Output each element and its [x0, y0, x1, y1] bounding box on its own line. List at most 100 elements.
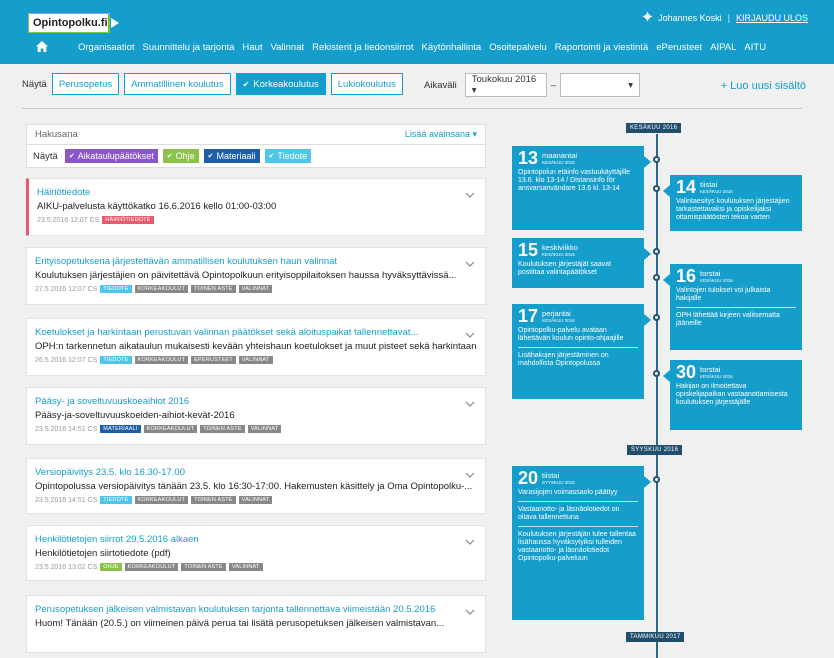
nav-item-raportointi[interactable]: Raportointi ja viestintä [555, 42, 648, 53]
search-input[interactable]: Hakusana [35, 129, 78, 140]
nav-item-aipal[interactable]: AIPAL [710, 42, 736, 53]
event-date-labels: torstai KESÄKUU 2016 [700, 270, 733, 284]
logo-text: Opintopolku.fi [33, 17, 108, 29]
event-day: 30 [676, 362, 697, 382]
timeline-event[interactable]: 16 torstai KESÄKUU 2016 Valintojen tulokset… [663, 264, 802, 350]
event-date-labels: keskiviikko KESÄKUU 2016 [542, 244, 578, 258]
nav-item-eperusteet[interactable]: ePerusteet [656, 42, 702, 53]
timeline-dot [653, 185, 660, 192]
timeline-event[interactable]: 13 maanantai KESÄKUU 2016 Opintopolun etäin… [512, 146, 651, 230]
gear-icon[interactable] [643, 12, 653, 23]
news-title[interactable]: Perusopetuksen jälkeisen valmistavan kou… [35, 604, 477, 615]
news-tag: VALINNAT [238, 285, 273, 293]
type-tiedote[interactable]: Tiedote [264, 149, 312, 163]
filter-perusopetus[interactable]: Perusopetus [51, 73, 120, 95]
type-ohje[interactable]: Ohje [162, 149, 199, 163]
news-title[interactable]: Koetulokset ja harkintaan perustuvan val… [35, 327, 477, 338]
event-item: Valintaesitys koulutuksen järjestäjien t… [676, 198, 790, 221]
chevron-down-icon[interactable] [465, 325, 475, 338]
logout-link[interactable]: KIRJAUDU ULOS [736, 13, 808, 23]
nav-item-osoitepalvelu[interactable]: Osoitepalvelu [489, 42, 547, 53]
event-date-labels: tiistai SYYSKUU 2016 [542, 472, 575, 486]
event-day: 13 [518, 148, 539, 168]
news-card[interactable]: Henkilötietojen siirrot 29.5.2016 alkaen… [26, 525, 486, 581]
home-icon[interactable] [36, 41, 50, 53]
news-tag: HÄIRIÖTIEDOTE [102, 216, 154, 224]
event-date: 14 tiistai KESÄKUU 2016 [676, 178, 796, 196]
news-card[interactable]: Koetulokset ja harkintaan perustuvan val… [26, 318, 486, 376]
timeline-dot [653, 156, 660, 163]
timeline-event[interactable]: 15 keskiviikko KESÄKUU 2016 Koulutuksen jär… [512, 238, 651, 288]
nav-item-aitu[interactable]: AITU [744, 42, 766, 53]
news-card[interactable]: Versiopäivitys 23.5. klo 16.30-17.00 Opin… [26, 458, 486, 514]
timeline-line [656, 134, 658, 658]
event-separator [518, 526, 638, 527]
news-title[interactable]: Henkilötietojen siirrot 29.5.2016 alkaen [35, 534, 477, 545]
event-month: SYYSKUU 2016 [542, 480, 575, 485]
type-materiaali[interactable]: Materiaali [203, 149, 260, 163]
search-panel: Hakusana Lisää avainsana ▾ Näytä Aikatau… [26, 124, 486, 168]
timeline-event[interactable]: 17 perjantai KESÄKUU 2016 Opintopolku-palve… [512, 304, 651, 399]
nav-item-organisaatiot[interactable]: Organisaatiot [78, 42, 135, 53]
chevron-down-icon[interactable] [465, 465, 475, 478]
news-meta: 23.5.2016 14:51 CS MATERIAALI KORKEAKOULUT… [35, 425, 477, 433]
chevron-down-icon[interactable] [465, 254, 475, 267]
news-meta: 23.5.2016 13:02 CS OHJE KORKEAKOULUT TOINEN… [35, 563, 477, 571]
chevron-down-icon[interactable] [465, 185, 475, 198]
news-card[interactable]: Erityisopetuksena järjestettävän ammatil… [26, 247, 486, 305]
news-body: AIKU-palvelusta käyttökatko 16.6.2016 ke… [37, 201, 277, 212]
event-day: 17 [518, 306, 539, 326]
show-label: Näytä [22, 78, 47, 90]
news-card[interactable]: Häiriötiedote AIKU-palvelusta käyttökatko… [26, 178, 486, 236]
nav-item-suunnittelu[interactable]: Suunnittelu ja tarjonta [143, 42, 235, 53]
news-tag: KORKEAKOULUT [134, 285, 189, 293]
news-title[interactable]: Häiriötiedote [37, 187, 477, 198]
news-tag: VALINNAT [228, 563, 263, 571]
timeline-month: KESÄKUU 2016 [626, 123, 682, 133]
news-title[interactable]: Pääsy- ja soveltuvuuskoeaihiot 2016 [35, 396, 477, 407]
timeline-month: SYYSKUU 2016 [627, 445, 683, 455]
type-show-label: Näytä [33, 150, 58, 162]
nav-item-kaytonhallinta[interactable]: Käytönhallinta [422, 42, 482, 53]
news-tag: MATERIAALI [100, 425, 141, 433]
nav-item-haut[interactable]: Haut [242, 42, 262, 53]
event-date-labels: perjantai KESÄKUU 2016 [542, 310, 575, 324]
news-tag: TIEDOTE [100, 356, 132, 364]
add-keyword-link[interactable]: Lisää avainsana ▾ [405, 129, 477, 140]
filter-ammatillinen[interactable]: Ammatillinen koulutus [124, 73, 231, 95]
opintopolku-logo[interactable]: Opintopolku.fi [28, 13, 124, 33]
nav-item-valinnat[interactable]: Valinnat [271, 42, 305, 53]
type-aikataulupaatokset[interactable]: Aikataulupäätökset [64, 149, 158, 163]
chevron-down-icon[interactable] [465, 602, 475, 615]
add-new-content-link[interactable]: + Luo uusi sisältö [721, 80, 806, 92]
news-title[interactable]: Erityisopetuksena järjestettävän ammatil… [35, 256, 477, 267]
filter-lukiokoulutus[interactable]: Lukiokoulutus [330, 73, 403, 95]
news-body: Pääsy-ja-soveltuvuuskoeiden-aihiot-kevät… [35, 410, 235, 421]
news-card[interactable]: Perusopetuksen jälkeisen valmistavan kou… [26, 595, 486, 653]
chevron-down-icon[interactable] [465, 532, 475, 545]
timeline-dot [653, 314, 660, 321]
timeline-event[interactable]: 20 tiistai SYYSKUU 2016 Varasijojen voimass… [512, 466, 651, 620]
period-from-select[interactable]: Toukokuu 2016 ▾ [464, 73, 547, 97]
news-date: 26.5.2016 12:07 CS [35, 356, 98, 364]
timeline-event[interactable]: 30 torstai KESÄKUU 2016 Hakijan on ilmoitet… [663, 360, 802, 430]
event-weekday: tiistai [542, 471, 560, 480]
news-tag: OHJE [100, 563, 122, 571]
filter-korkeakoulutus[interactable]: Korkeakoulutus [235, 73, 326, 95]
news-date: 23.5.2016 13:02 CS [35, 563, 98, 571]
news-card[interactable]: Pääsy- ja soveltuvuuskoeaihiot 2016 Pääsy… [26, 387, 486, 445]
news-tag: KORKEAKOULUT [124, 563, 179, 571]
chevron-down-icon[interactable] [465, 394, 475, 407]
nav-item-rekisterit[interactable]: Rekisterit ja tiedonsiirrot [312, 42, 413, 53]
top-header: Opintopolku.fi Johannes Koski | KIRJAUDU… [0, 0, 834, 64]
news-title[interactable]: Versiopäivitys 23.5. klo 16.30-17.00 [35, 467, 477, 478]
event-day: 20 [518, 468, 539, 488]
event-weekday: tiistai [700, 180, 718, 189]
period-to-select[interactable]: ▾ [560, 73, 641, 97]
news-tag: VALINNAT [238, 496, 273, 504]
news-tag: VALINNAT [238, 356, 273, 364]
timeline-event[interactable]: 14 tiistai KESÄKUU 2016 Valintaesitys koulu… [663, 175, 802, 231]
news-tag: TOINEN ASTE [181, 563, 226, 571]
period-filter: Aikaväli Toukokuu 2016 ▾ – ▾ [424, 73, 641, 97]
news-body: OPH:n tarkennetun aikataulun mukaisesti … [35, 341, 477, 352]
